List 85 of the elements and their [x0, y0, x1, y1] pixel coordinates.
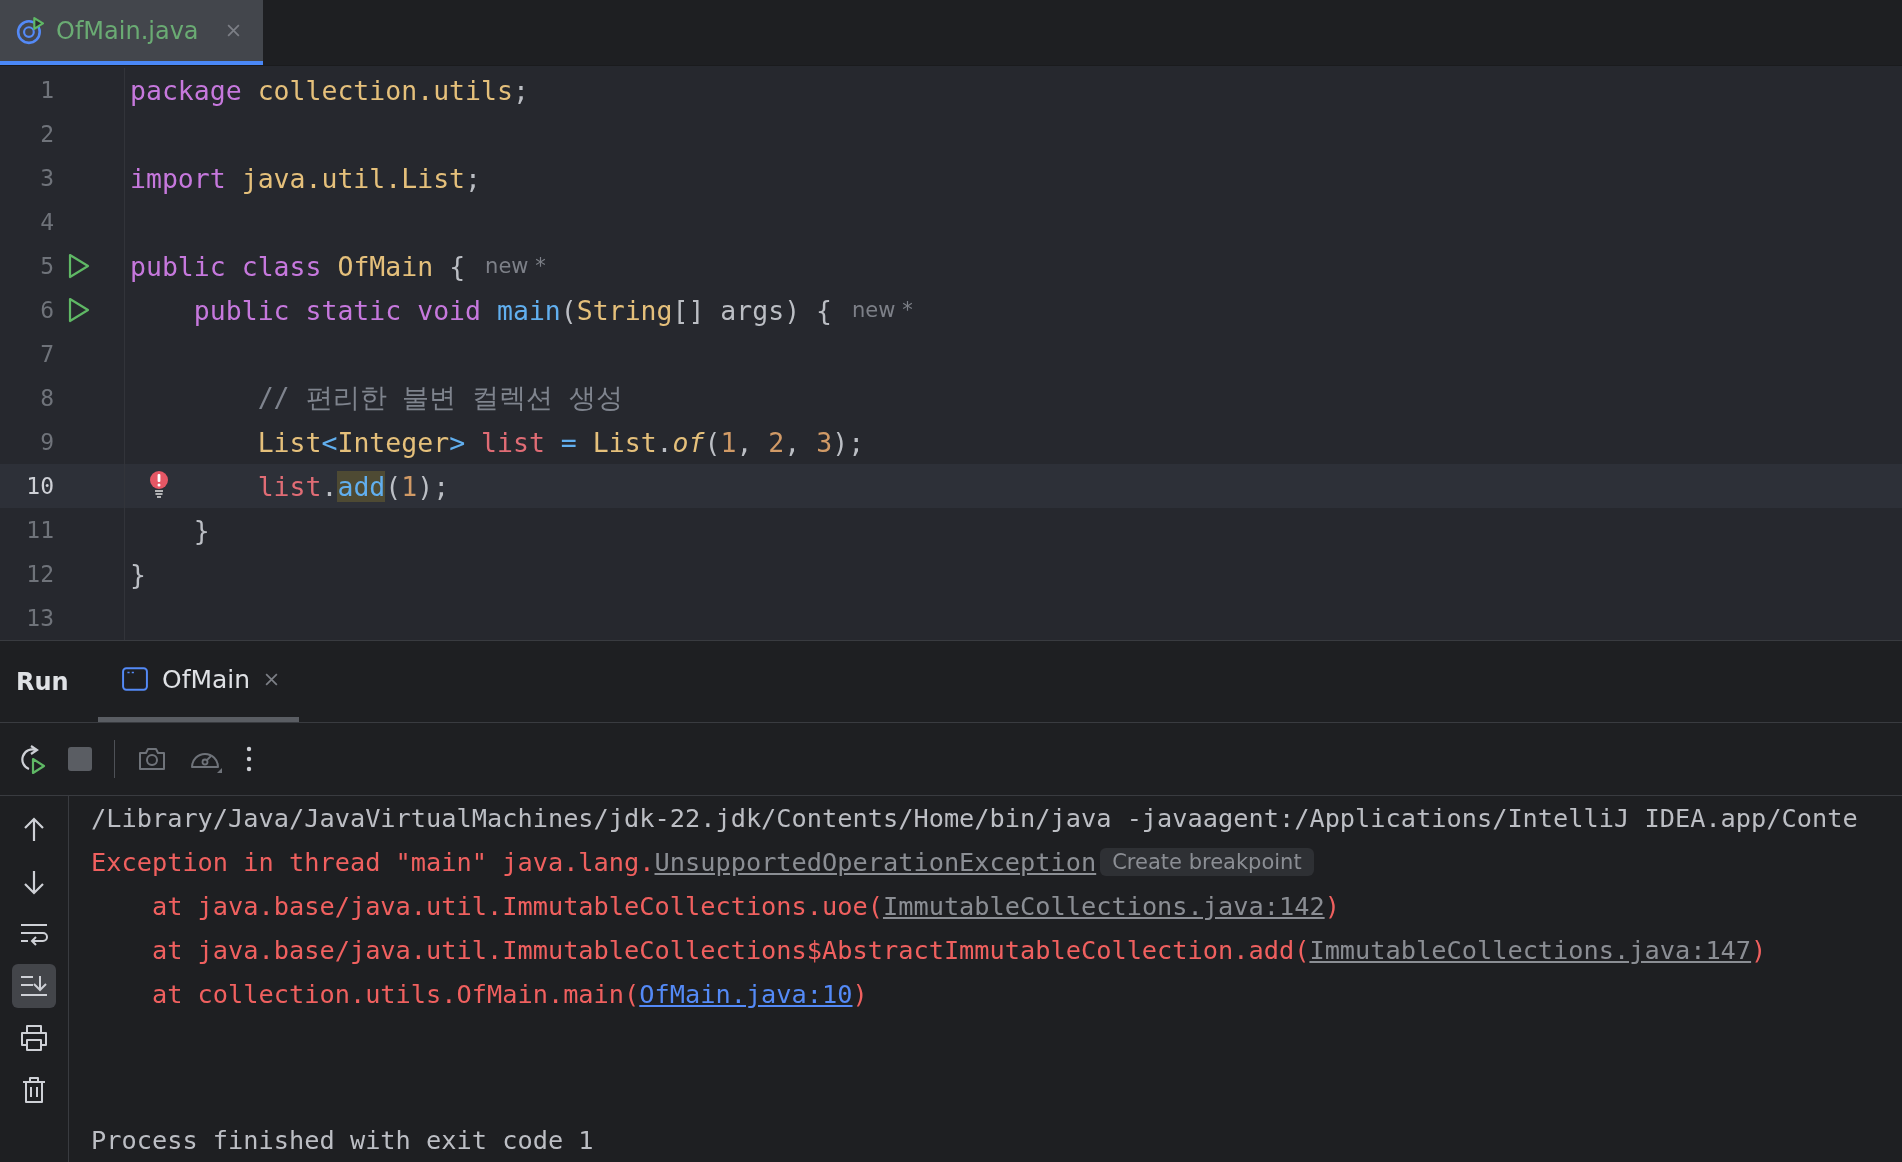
error-text: at java.base/java.util.ImmutableCollections$AbstractImmutableCollection.add( — [150, 935, 1310, 965]
type-name-text: Integer — [337, 426, 450, 458]
up-arrow-icon[interactable] — [22, 817, 46, 843]
type-name-text: collection.utils — [257, 74, 513, 106]
line-number: 7 — [39, 341, 54, 367]
down-arrow-icon[interactable] — [22, 869, 46, 895]
line-number: 4 — [39, 209, 54, 235]
operator-text: = — [560, 426, 578, 458]
error-text: ) — [1751, 935, 1767, 965]
code-text: . — [656, 426, 673, 458]
type-name-text: OfMain — [337, 250, 434, 282]
method-name-text: main — [496, 294, 561, 326]
variable-name-text: list — [481, 426, 545, 458]
error-text: at java.base/java.util.ImmutableCollections.uoe( — [150, 891, 883, 921]
code-text: ; — [512, 74, 529, 106]
code-text: [] args) { — [672, 294, 833, 326]
type-name-text: List — [257, 426, 322, 458]
keyword-text: import — [130, 162, 227, 194]
soft-wrap-icon[interactable] — [19, 922, 49, 946]
code-comment: // 편리한 불변 컬렉션 생성 — [257, 381, 624, 415]
code-text: } — [130, 558, 146, 590]
code-text: . — [321, 470, 338, 502]
keyword-text: public class — [130, 250, 323, 282]
error-text: ) — [1324, 891, 1340, 921]
code-text: ( — [560, 294, 577, 326]
code-text: ( — [704, 426, 721, 458]
scroll-to-end-icon[interactable] — [19, 974, 49, 998]
line-number: 11 — [25, 517, 54, 543]
line-number: 8 — [39, 385, 54, 411]
editor-tab[interactable]: OfMain.java — [0, 0, 263, 65]
console-text: /Library/Java/JavaVirtualMachines/jdk-22.jdk/Contents/Home/bin/java -javaagent:/Applications/IntelliJ IDEA.app/Conte — [91, 803, 1858, 833]
console-window-icon — [122, 667, 148, 691]
line-number: 1 — [39, 77, 54, 103]
line-number: 6 — [39, 297, 54, 323]
number-literal: 2 — [768, 426, 785, 458]
operator-text: > — [449, 426, 467, 458]
keyword-text: public static void — [193, 294, 482, 326]
line-number: 10 — [25, 473, 54, 499]
code-text: } — [193, 514, 210, 546]
inlay-hint: new * — [485, 254, 546, 278]
panel-title: Run — [16, 667, 70, 696]
static-method-text: of — [672, 426, 705, 458]
code-text: { — [449, 250, 466, 282]
type-name-text: List — [592, 426, 657, 458]
number-literal: 1 — [720, 426, 737, 458]
java-class-icon — [16, 16, 44, 45]
operator-text: < — [321, 426, 338, 458]
run-tab[interactable]: OfMain — [98, 641, 300, 722]
number-literal: 1 — [401, 470, 418, 502]
stack-trace-link[interactable]: ImmutableCollections.java:147 — [1309, 935, 1752, 965]
line-number: 9 — [39, 429, 54, 455]
inlay-hint: new * — [852, 298, 913, 322]
number-literal: 3 — [816, 426, 833, 458]
type-name-text: String — [576, 294, 673, 326]
source-link[interactable]: OfMain.java:10 — [639, 979, 853, 1009]
line-number: 12 — [25, 561, 54, 587]
code-text: ; — [465, 162, 482, 194]
error-text: Exception in thread "main" java.lang. — [91, 847, 655, 877]
code-text: ( — [385, 470, 402, 502]
create-breakpoint-hint[interactable]: Create breakpoint — [1100, 848, 1314, 876]
type-name-text: java.util.List — [241, 162, 466, 194]
more-icon[interactable] — [245, 746, 253, 772]
code-text: , — [784, 426, 802, 458]
trash-icon[interactable] — [21, 1076, 47, 1104]
error-text: ) — [852, 979, 868, 1009]
close-icon[interactable] — [264, 671, 280, 687]
line-number: 13 — [25, 605, 54, 631]
console-text: Process finished with exit code 1 — [91, 1125, 594, 1155]
line-number: 3 — [39, 165, 54, 191]
keyword-text: package — [130, 74, 243, 106]
code-text: , — [736, 426, 754, 458]
code-text: ); — [832, 426, 865, 458]
error-bulb-icon[interactable] — [149, 470, 169, 498]
print-icon[interactable] — [19, 1024, 49, 1052]
camera-icon[interactable] — [137, 746, 167, 772]
error-text: at collection.utils.OfMain.main( — [150, 979, 640, 1009]
code-text: ); — [417, 470, 450, 502]
variable-name-text: list — [257, 470, 322, 502]
highlighted-method-text: add — [337, 470, 386, 502]
stack-trace-link[interactable]: UnsupportedOperationException — [654, 847, 1097, 877]
run-icon[interactable] — [67, 297, 91, 323]
run-icon[interactable] — [67, 253, 91, 279]
line-number: 2 — [39, 121, 54, 147]
stack-trace-link[interactable]: ImmutableCollections.java:142 — [882, 891, 1325, 921]
line-number: 5 — [39, 253, 54, 279]
